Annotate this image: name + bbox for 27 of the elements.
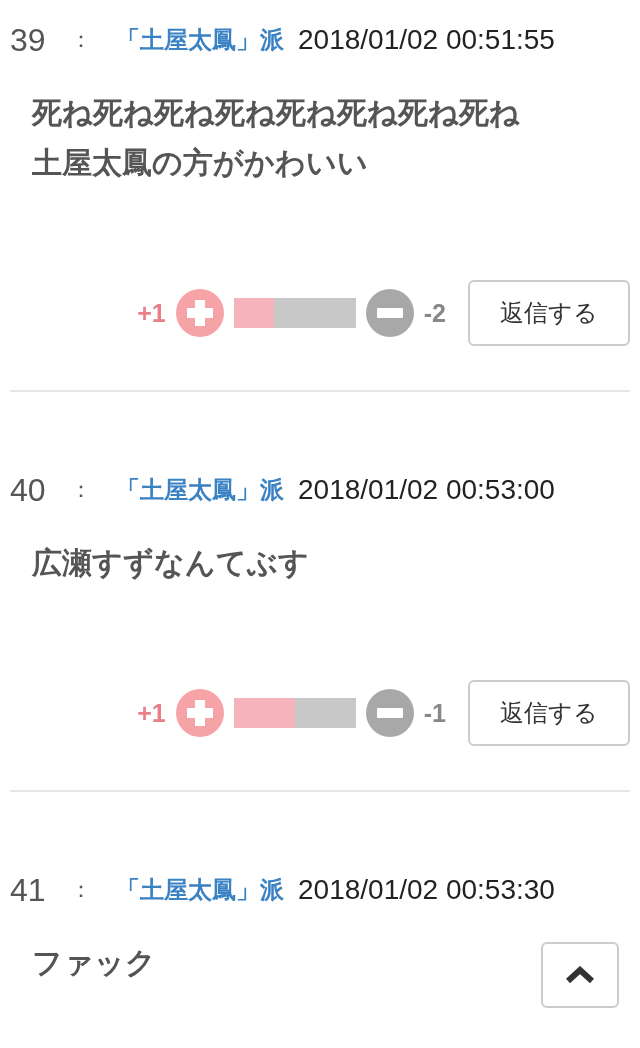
reply-button[interactable]: 返信する	[468, 680, 630, 746]
plus-count: +1	[137, 298, 166, 328]
reply-button[interactable]: 返信する	[468, 280, 630, 346]
author-name[interactable]: 「土屋太鳳」派	[116, 874, 284, 906]
comment-date: 2018/01/02 00:53:00	[298, 474, 555, 506]
minus-count: -2	[423, 298, 446, 328]
minus-icon[interactable]	[365, 689, 414, 737]
comment-text: 広瀬すずなんてぶす	[31, 544, 309, 582]
comment-text: 死ね死ね死ね死ね死ね死ね死ね死ね 土屋太鳳の方がかわいい	[30, 94, 520, 182]
separator: ：	[70, 476, 93, 504]
scroll-top-button[interactable]	[541, 942, 619, 1008]
separator: ：	[70, 26, 93, 54]
comment-number: 40	[10, 471, 47, 509]
comment-number: 39	[10, 21, 47, 59]
minus-icon[interactable]	[365, 289, 414, 337]
caret-up-icon	[566, 966, 594, 984]
author-name[interactable]: 「土屋太鳳」派	[116, 474, 284, 506]
author-name[interactable]: 「土屋太鳳」派	[116, 24, 284, 56]
plus-icon[interactable]	[175, 289, 224, 337]
comment-text: ファック	[31, 944, 156, 982]
plus-count: +1	[137, 698, 166, 728]
plus-icon[interactable]	[175, 689, 224, 737]
comment-number: 41	[10, 871, 47, 909]
separator: ：	[70, 876, 93, 904]
minus-count: -1	[423, 698, 446, 728]
comment-date: 2018/01/02 00:53:30	[298, 874, 555, 906]
comment-date: 2018/01/02 00:51:55	[298, 24, 555, 56]
